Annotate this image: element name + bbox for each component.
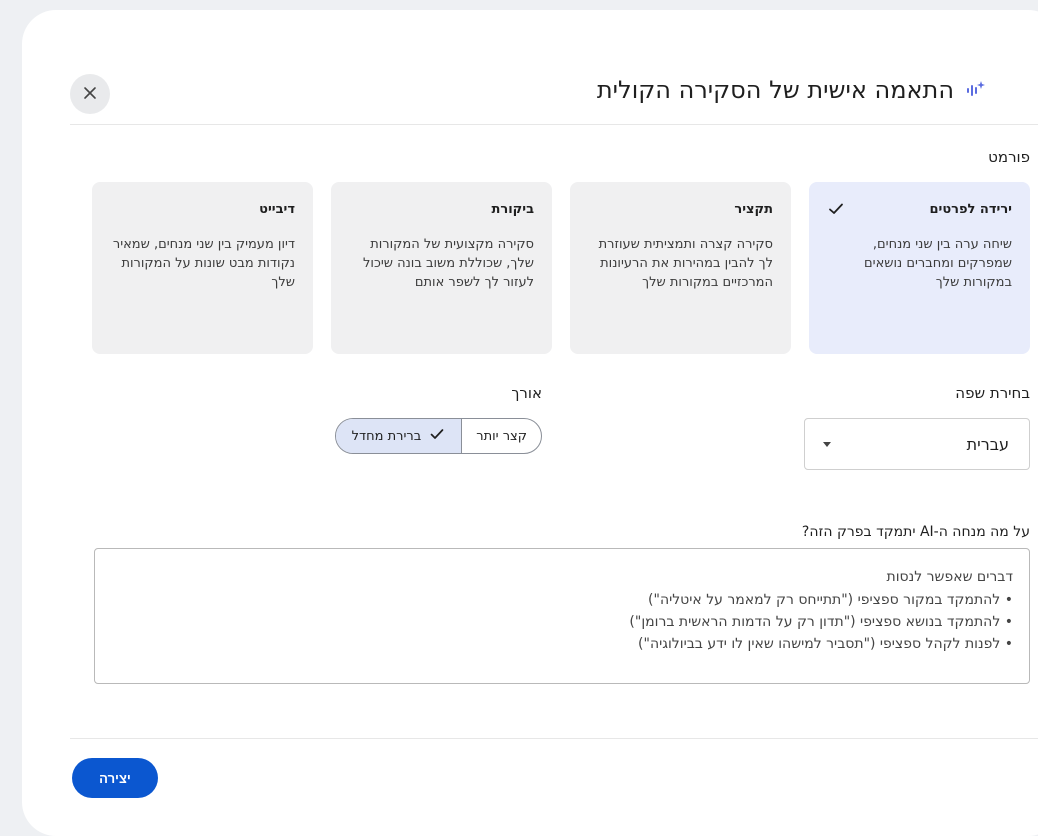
format-card-deep-dive[interactable]: ירידה לפרטים שיחה ערה בין שני מנחים, שמפ… (809, 182, 1030, 354)
language-value: עברית (966, 434, 1009, 454)
language-select[interactable]: עברית (804, 418, 1030, 470)
card-title: ירידה לפרטים (929, 202, 1012, 217)
format-cards: ירידה לפרטים שיחה ערה בין שני מנחים, שמפ… (92, 182, 1030, 354)
format-card-critique[interactable]: ביקורת סקירה מקצועית של המקורות שלך, שכו… (331, 182, 552, 354)
dialog-title: התאמה אישית של הסקירה הקולית (596, 76, 954, 104)
card-description: דיון מעמיק בין שני מנחים, שמאיר נקודות מ… (112, 237, 295, 290)
segment-label: ברירת מחדל (351, 428, 422, 444)
length-option-default[interactable]: ברירת מחדל (335, 419, 463, 453)
focus-label: על מה מנחה ה-AI יתמקד בפרק הזה? (801, 524, 1030, 540)
header-divider (70, 124, 1038, 125)
placeholder-item: להתמקד בנושא ספציפי ("תדון רק על הדמות ה… (111, 611, 1013, 633)
focus-input[interactable]: דברים שאפשר לנסות להתמקד במקור ספציפי ("… (94, 548, 1030, 684)
language-label: בחירת שפה (955, 384, 1030, 402)
card-title: ביקורת (491, 202, 535, 217)
create-button[interactable]: יצירה (72, 758, 158, 798)
card-title: תקציר (734, 202, 773, 217)
dropdown-caret-icon (823, 441, 831, 447)
close-icon (83, 85, 97, 104)
placeholder-item: להתמקד במקור ספציפי ("תתייחס רק למאמר על… (111, 589, 1013, 611)
footer-divider (70, 738, 1038, 739)
customize-audio-dialog: התאמה אישית של הסקירה הקולית פורמט ירידה… (22, 10, 1038, 836)
placeholder-list: להתמקד במקור ספציפי ("תתייחס רק למאמר על… (111, 589, 1013, 655)
length-option-shorter[interactable]: קצר יותר (462, 419, 541, 453)
length-label: אורך (511, 384, 542, 402)
length-toggle: קצר יותר ברירת מחדל (334, 418, 542, 454)
placeholder-heading: דברים שאפשר לנסות (886, 569, 1013, 585)
placeholder-item: לפנות לקהל ספציפי ("תסביר למישהו שאין לו… (111, 633, 1013, 655)
card-description: סקירה קצרה ותמציתית שעוזרת לך להבין במהי… (598, 237, 773, 290)
close-button[interactable] (70, 74, 110, 114)
dialog-header: התאמה אישית של הסקירה הקולית (70, 74, 986, 126)
audio-spark-icon (964, 79, 986, 101)
segment-label: קצר יותר (476, 428, 527, 444)
card-title: דיבייט (259, 202, 295, 217)
format-card-debate[interactable]: דיבייט דיון מעמיק בין שני מנחים, שמאיר נ… (92, 182, 313, 354)
check-icon (429, 426, 445, 446)
format-card-brief[interactable]: תקציר סקירה קצרה ותמציתית שעוזרת לך להבי… (570, 182, 791, 354)
title-wrap: התאמה אישית של הסקירה הקולית (597, 76, 986, 104)
card-description: שיחה ערה בין שני מנחים, שמפרקים ומחברים … (864, 237, 1012, 290)
format-label: פורמט (988, 148, 1030, 166)
check-icon (827, 200, 845, 218)
card-description: סקירה מקצועית של המקורות שלך, שכוללת משו… (363, 237, 534, 290)
